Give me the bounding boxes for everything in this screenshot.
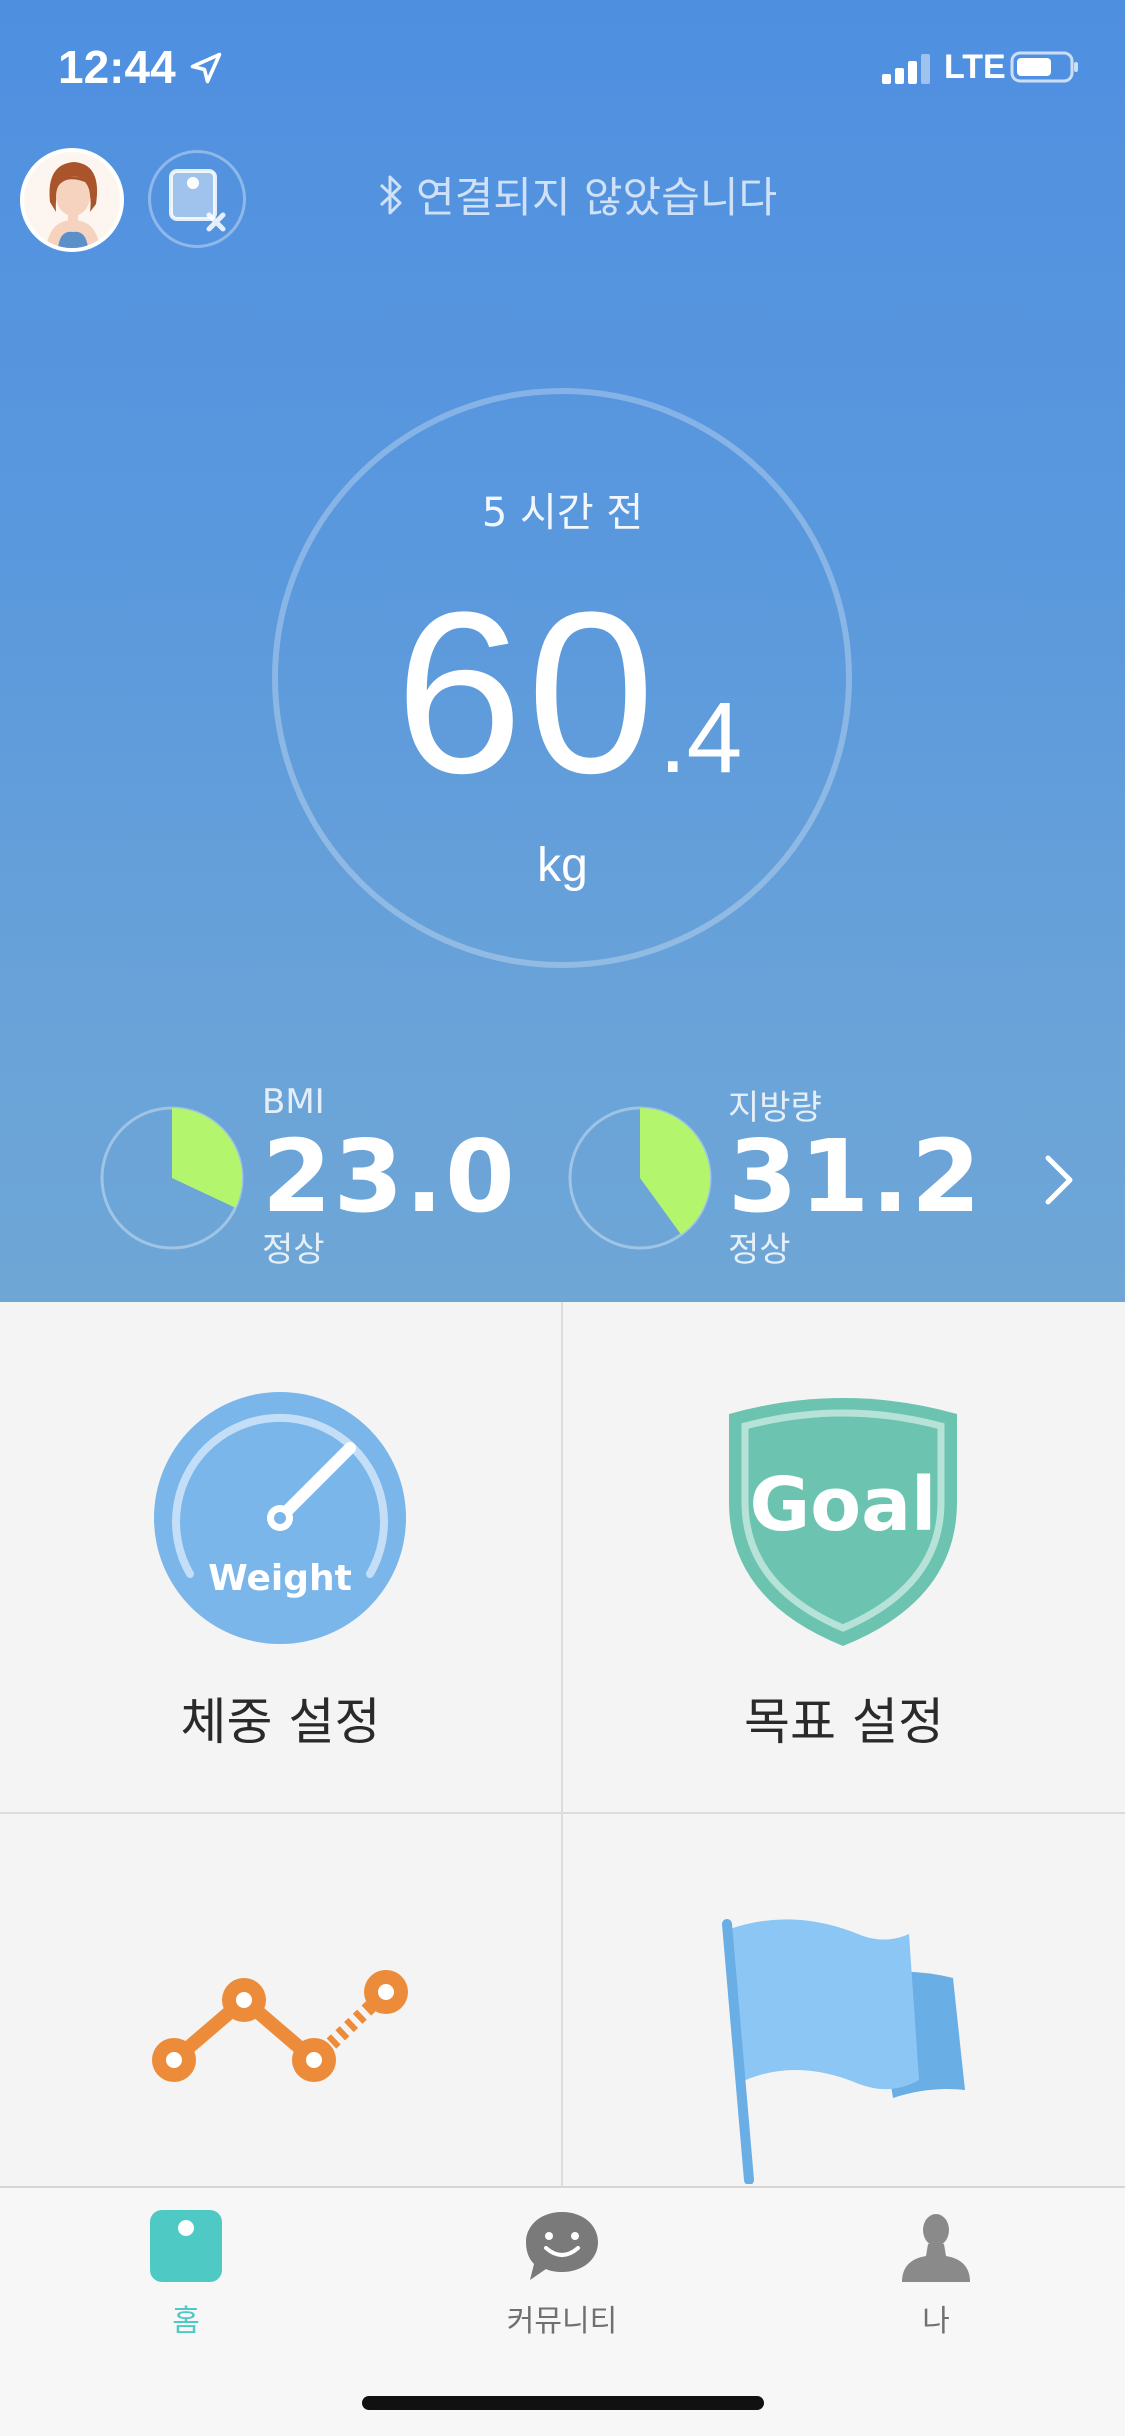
person-icon <box>902 2214 970 2282</box>
status-time: 12:44 <box>58 41 176 93</box>
fat-mass-pie-chart <box>568 1106 712 1250</box>
measurement-time-ago: 5 시간 전 <box>481 490 644 536</box>
weight-value: 60.4 <box>395 560 742 825</box>
chevron-right-icon[interactable] <box>1040 1152 1076 1208</box>
weight-setting-label: 체중 설정 <box>180 1693 381 1751</box>
tab-home-label: 홈 <box>172 2304 200 2339</box>
weight-badge-text: Weight <box>208 1558 352 1599</box>
battery-icon <box>1010 51 1078 83</box>
hero-panel: 12:44 LTE 연결되지 않았습니다 5 시간 전 60.4 kg BMI … <box>0 0 1125 1302</box>
flag-icon <box>722 1919 965 2184</box>
tab-me[interactable]: 나 <box>836 2208 1036 2340</box>
connection-status: 연결되지 않았습니다 <box>376 164 777 225</box>
bmi-value: 23.0 <box>262 1118 517 1235</box>
weight-gauge-icon: Weight <box>154 1392 406 1644</box>
trend-line-icon <box>152 1970 408 2082</box>
weight-unit: kg <box>537 839 588 892</box>
menu-grid: Weight 체중 설정 Goal 목표 설정 <box>0 1302 1125 2186</box>
trend-tile[interactable] <box>0 1814 563 2186</box>
bmi-pie-chart <box>100 1106 244 1250</box>
avatar-illustration <box>24 152 120 248</box>
tab-community-label: 커뮤니티 <box>506 2304 618 2339</box>
weight-decimal: .4 <box>658 682 743 794</box>
goal-shield-icon: Goal <box>729 1398 957 1646</box>
home-scale-icon <box>150 2210 222 2282</box>
network-label: LTE <box>944 48 1006 86</box>
location-arrow-icon <box>190 52 222 84</box>
fat-mass-status: 정상 <box>728 1230 791 1270</box>
goal-badge-text: Goal <box>750 1462 937 1548</box>
scale-disconnected-icon <box>169 169 226 232</box>
tab-home[interactable]: 홈 <box>86 2208 286 2340</box>
home-indicator <box>362 2396 764 2410</box>
goal-setting-tile[interactable]: Goal 목표 설정 <box>563 1302 1125 1814</box>
weight-setting-tile[interactable]: Weight 체중 설정 <box>0 1302 563 1814</box>
pie-slice <box>172 1108 242 1208</box>
flag-tile[interactable] <box>563 1814 1125 2186</box>
bmi-label: BMI <box>262 1082 325 1122</box>
tab-me-label: 나 <box>922 2304 950 2339</box>
signal-icon <box>882 54 930 84</box>
chat-bubble-icon <box>526 2212 598 2280</box>
fat-mass-value: 31.2 <box>728 1118 983 1235</box>
scale-device-button[interactable] <box>148 150 246 248</box>
connection-status-text: 연결되지 않았습니다 <box>416 173 778 222</box>
bluetooth-icon <box>379 175 402 214</box>
goal-setting-label: 목표 설정 <box>744 1693 944 1751</box>
bmi-status: 정상 <box>262 1230 325 1270</box>
tab-community[interactable]: 커뮤니티 <box>462 2208 662 2340</box>
weight-integer: 60 <box>395 564 659 821</box>
avatar[interactable] <box>20 148 124 252</box>
